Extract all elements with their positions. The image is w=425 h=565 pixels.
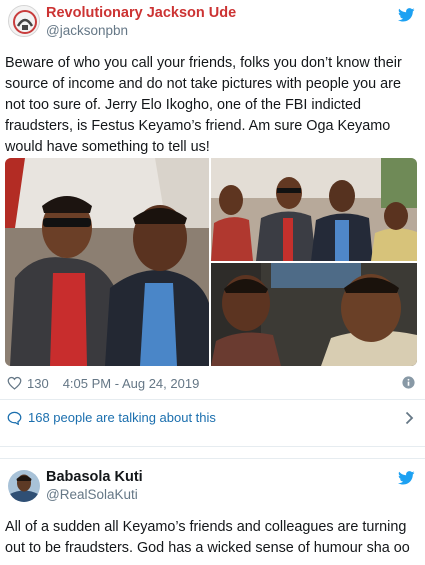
- tweet-photo[interactable]: [211, 158, 417, 261]
- chevron-right-icon[interactable]: [405, 411, 414, 425]
- twitter-bird-icon[interactable]: [398, 471, 415, 485]
- comment-bubble-icon: [7, 411, 22, 425]
- author-name[interactable]: Revolutionary Jackson Ude: [46, 5, 236, 21]
- tweet-text: Beware of who you call your friends, fol…: [5, 55, 402, 155]
- avatar[interactable]: [8, 5, 40, 37]
- tweet-meta: 130 4:05 PM - Aug 24, 2019: [7, 374, 199, 392]
- author-handle[interactable]: @jacksonpbn: [46, 23, 128, 38]
- tweet-text: All of a sudden all Keyamo’s friends and…: [5, 519, 410, 556]
- tweet-photo[interactable]: [5, 158, 209, 366]
- tweet-photo[interactable]: [211, 263, 417, 366]
- talking-about-text[interactable]: 168 people are talking about this: [28, 410, 216, 425]
- avatar[interactable]: [8, 470, 40, 502]
- heart-icon[interactable]: [7, 376, 22, 390]
- author-name[interactable]: Babasola Kuti: [46, 469, 143, 485]
- like-count[interactable]: 130: [27, 376, 49, 391]
- tweet-timestamp[interactable]: 4:05 PM - Aug 24, 2019: [63, 376, 200, 391]
- info-icon[interactable]: [402, 376, 415, 389]
- talking-about-link[interactable]: 168 people are talking about this: [7, 410, 216, 425]
- tweet-photo-grid[interactable]: [5, 158, 417, 366]
- divider: [0, 399, 425, 400]
- author-handle[interactable]: @RealSolaKuti: [46, 487, 138, 502]
- twitter-bird-icon[interactable]: [398, 8, 415, 22]
